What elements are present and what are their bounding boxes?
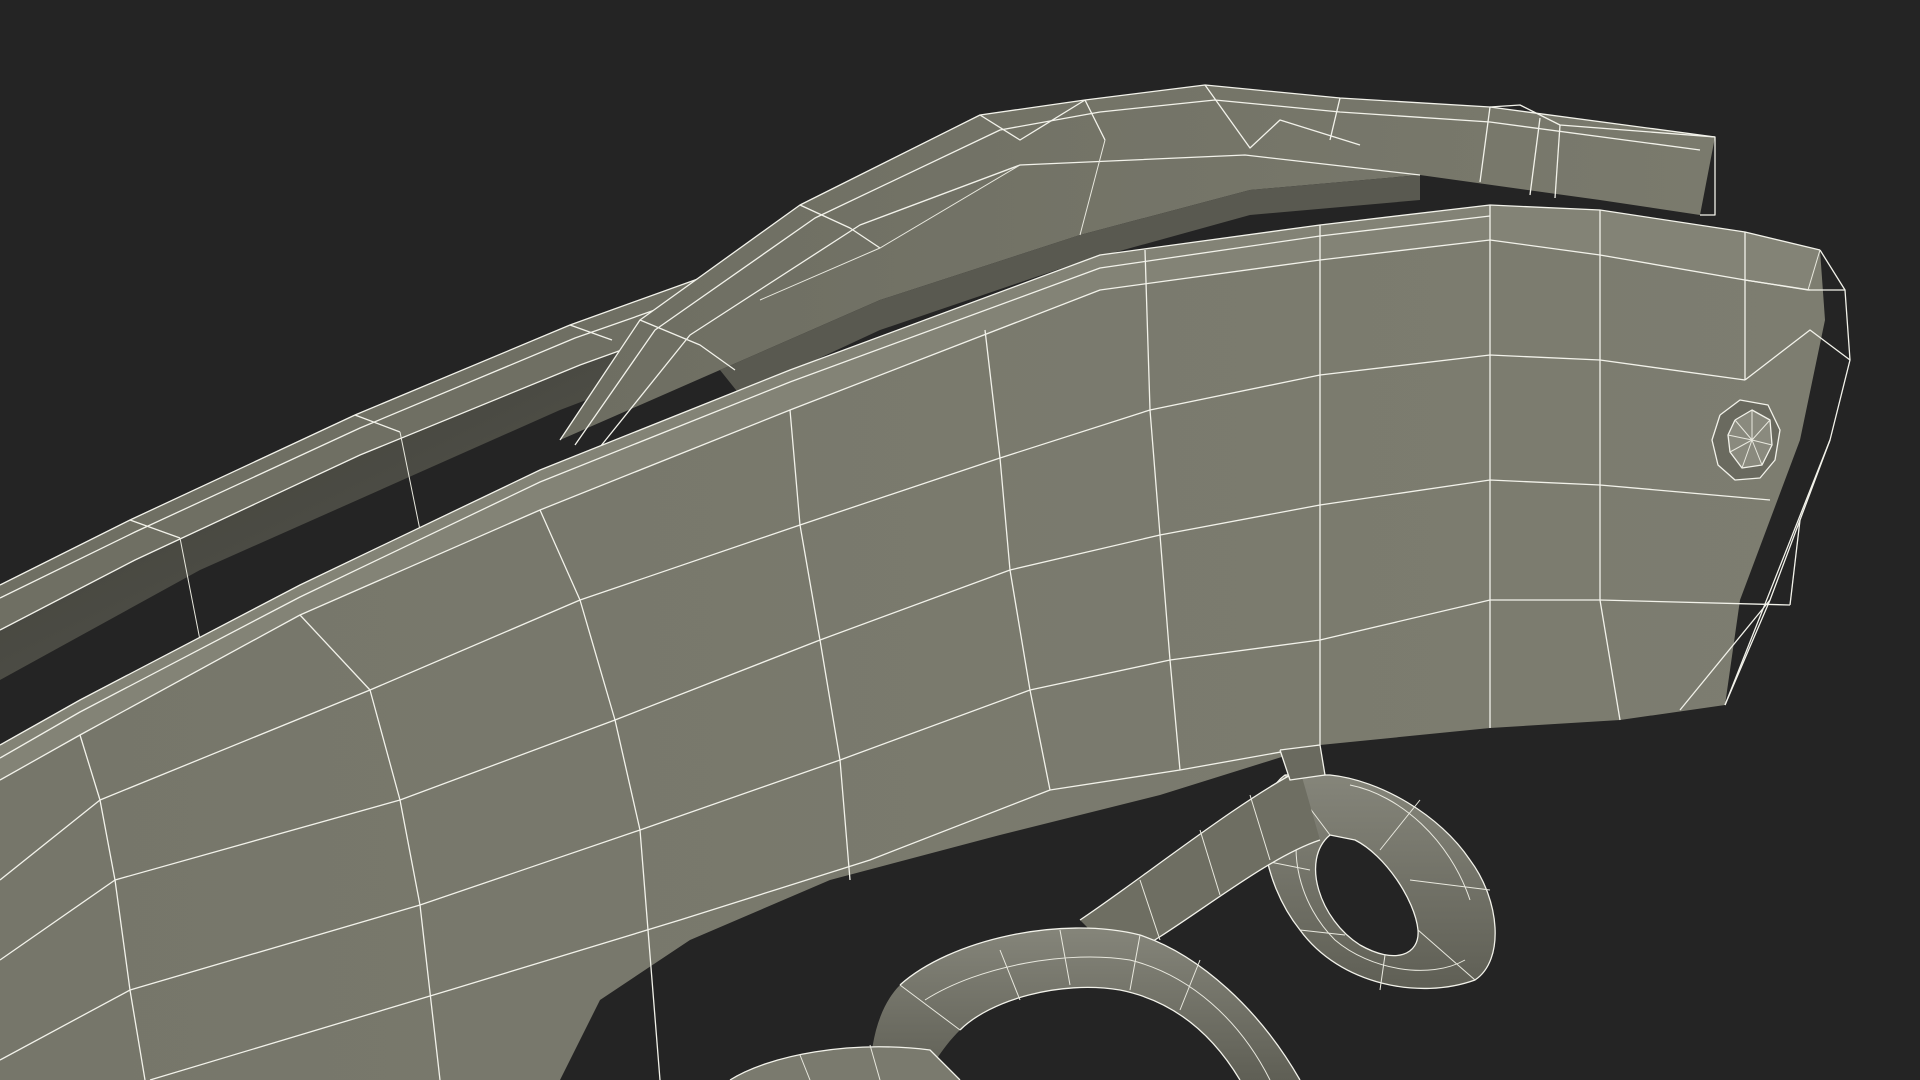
render-viewport — [0, 0, 1920, 1080]
main-body — [0, 204, 1851, 1080]
wireframe-scene — [0, 84, 1851, 1080]
